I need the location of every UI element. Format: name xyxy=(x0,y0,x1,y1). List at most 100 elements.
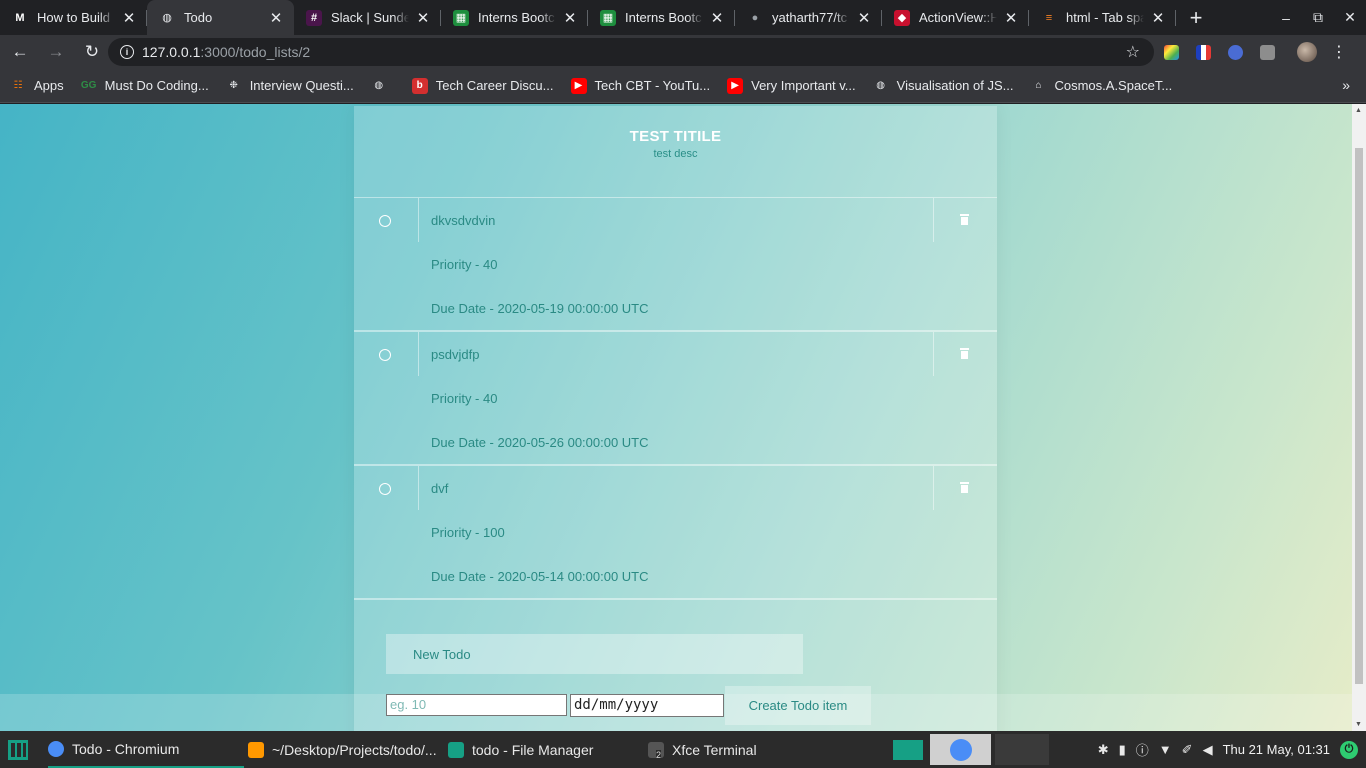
browser-menu-icon[interactable]: ⋮ xyxy=(1323,35,1355,69)
info-icon[interactable]: ⓘ xyxy=(1136,740,1149,759)
close-window-icon[interactable]: ✕ xyxy=(1334,0,1366,35)
clock[interactable]: Thu 21 May, 01:31 xyxy=(1223,742,1330,757)
complete-checkbox[interactable] xyxy=(379,483,391,495)
new-todo-input[interactable]: New Todo xyxy=(386,634,803,674)
reload-icon[interactable]: ↻ xyxy=(76,36,108,68)
trash-icon[interactable] xyxy=(960,348,969,359)
system-tray: ✱ ▮ ⓘ ▼ ✐ ◀ Thu 21 May, 01:31 ⏻ xyxy=(1098,731,1366,768)
task-label: Xfce Terminal xyxy=(672,741,757,758)
close-tab-icon[interactable]: ✕ xyxy=(1150,9,1166,27)
browser-tab[interactable]: ◆ ActionView::H ✕ xyxy=(882,0,1029,35)
todo-item-name: dkvsdvdvin xyxy=(431,213,496,228)
workspace-2[interactable] xyxy=(930,734,991,765)
workspace-1[interactable] xyxy=(893,739,923,760)
bluetooth-icon[interactable]: ✱ xyxy=(1098,742,1109,758)
bookmark-item[interactable]: ▶ Tech CBT - YouTu... xyxy=(570,77,710,94)
close-tab-icon[interactable]: ✕ xyxy=(709,9,725,27)
minimize-icon[interactable]: – xyxy=(1270,0,1302,35)
flag-extension-icon[interactable] xyxy=(1187,35,1219,69)
tab-separator xyxy=(1175,10,1176,26)
new-tab-button[interactable]: + xyxy=(1181,0,1211,35)
browser-tab[interactable]: ● yatharth77/tc ✕ xyxy=(735,0,882,35)
address-bar[interactable]: i 127.0.0.1:3000/todo_lists/2 ☆ xyxy=(108,38,1154,66)
bookmark-item[interactable]: ▶ Very Important v... xyxy=(727,77,856,94)
terminal-count-badge: 2 xyxy=(656,750,662,760)
column-divider xyxy=(418,332,419,376)
taskbar-task[interactable]: ~/Desktop/Projects/todo/... xyxy=(248,731,442,768)
download-extension-icon[interactable] xyxy=(1219,35,1251,69)
close-tab-icon[interactable]: ✕ xyxy=(856,9,872,27)
trash-icon[interactable] xyxy=(960,214,969,225)
paperclip-icon[interactable]: ✐ xyxy=(1182,742,1193,758)
bookmark-item[interactable]: ◍ xyxy=(371,78,395,94)
browser-tab[interactable]: ▦ Interns Bootc ✕ xyxy=(588,0,735,35)
complete-checkbox[interactable] xyxy=(379,349,391,361)
tab-title: yatharth77/tc xyxy=(772,10,848,25)
tab-title: html - Tab spa xyxy=(1066,10,1144,25)
k-extension-icon[interactable] xyxy=(1251,35,1283,69)
scrollbar-thumb[interactable] xyxy=(1355,148,1363,684)
bookmark-item[interactable]: b Tech Career Discu... xyxy=(411,77,554,94)
bookmark-star-icon[interactable]: ☆ xyxy=(1126,42,1140,62)
taskbar-task[interactable]: Xfce Terminal 2 xyxy=(648,731,808,768)
whisker-menu-icon[interactable] xyxy=(0,731,36,768)
lamp-icon: ❉ xyxy=(229,80,238,91)
task-label: todo - File Manager xyxy=(472,741,594,758)
task-app-icon xyxy=(48,740,64,757)
close-tab-icon[interactable]: ✕ xyxy=(562,9,578,27)
more-bookmarks-icon[interactable]: » xyxy=(1342,77,1350,93)
close-tab-icon[interactable]: ✕ xyxy=(121,9,137,27)
close-tab-icon[interactable]: ✕ xyxy=(415,9,431,27)
browser-tab[interactable]: ◍ Todo ✕ xyxy=(147,0,294,35)
taskbar-task[interactable]: todo - File Manager xyxy=(448,731,638,768)
close-tab-icon[interactable]: ✕ xyxy=(268,9,284,27)
browser-tab[interactable]: # Slack | Sunde ✕ xyxy=(294,0,441,35)
bookmark-item[interactable]: ❉ Interview Questi... xyxy=(226,78,353,94)
tab-favicon-icon: # xyxy=(306,9,322,26)
todo-item-priority: Priority - 100 xyxy=(431,525,505,540)
volume-icon[interactable]: ◀ xyxy=(1203,742,1213,758)
bookmarks-bar: ☷ Apps GG Must Do Coding... ❉ Interview Quest… xyxy=(0,69,1366,103)
profile-avatar-icon[interactable] xyxy=(1291,35,1323,69)
browser-tab[interactable]: M How to Build ✕ xyxy=(0,0,147,35)
bookmark-label: Cosmos.A.SpaceT... xyxy=(1054,78,1173,93)
trash-icon[interactable] xyxy=(960,482,969,493)
bookmark-item[interactable]: ⌂ Cosmos.A.SpaceT... xyxy=(1030,78,1172,94)
wifi-icon[interactable]: ▼ xyxy=(1159,742,1172,757)
scroll-up-icon[interactable]: ▲ xyxy=(1355,107,1362,114)
complete-checkbox[interactable] xyxy=(379,215,391,227)
bookmark-item[interactable]: ☷ Apps xyxy=(10,78,64,94)
battery-icon[interactable]: ▮ xyxy=(1119,742,1126,758)
todo-list-description: test desc xyxy=(653,148,698,160)
column-divider xyxy=(933,466,934,510)
maximize-icon[interactable]: ⧉ xyxy=(1302,0,1334,35)
color-picker-extension-icon[interactable] xyxy=(1155,35,1187,69)
bookmark-item[interactable]: GG Must Do Coding... xyxy=(81,78,209,94)
scroll-down-icon[interactable]: ▼ xyxy=(1355,721,1362,728)
taskbar-task[interactable]: Todo - Chromium xyxy=(48,731,244,768)
workspace-3[interactable] xyxy=(995,734,1049,765)
due-date-input[interactable]: dd/mm/yyyy xyxy=(570,694,724,717)
site-info-icon[interactable]: i xyxy=(120,45,134,59)
tab-favicon-icon: ▦ xyxy=(600,9,616,26)
priority-input[interactable]: eg. 10 xyxy=(386,694,567,716)
forward-arrow-icon[interactable]: → xyxy=(40,36,72,68)
tab-favicon-icon: M xyxy=(15,11,25,24)
tab-favicon-icon: ▦ xyxy=(453,9,469,26)
workspace-switcher[interactable] xyxy=(893,734,1049,765)
todo-item-name: dvf xyxy=(431,481,449,496)
todo-list-title: TEST TITILE xyxy=(629,128,722,145)
create-todo-button[interactable]: Create Todo item xyxy=(725,686,871,725)
column-divider xyxy=(418,198,419,242)
browser-tab[interactable]: ≡ html - Tab spa ✕ xyxy=(1029,0,1176,35)
back-arrow-icon[interactable]: ← xyxy=(4,36,36,68)
page-scrollbar[interactable]: ▲ ▼ xyxy=(1352,104,1366,731)
bookmark-item[interactable]: ◍ Visualisation of JS... xyxy=(873,78,1013,94)
bookmark-label: Must Do Coding... xyxy=(104,78,209,93)
todo-item-due-date: Due Date - 2020-05-14 00:00:00 UTC xyxy=(431,569,649,584)
browser-tab[interactable]: ▦ Interns Bootc ✕ xyxy=(441,0,588,35)
column-divider xyxy=(933,198,934,242)
close-tab-icon[interactable]: ✕ xyxy=(1003,9,1019,27)
column-divider xyxy=(418,466,419,510)
power-icon[interactable]: ⏻ xyxy=(1340,740,1358,759)
